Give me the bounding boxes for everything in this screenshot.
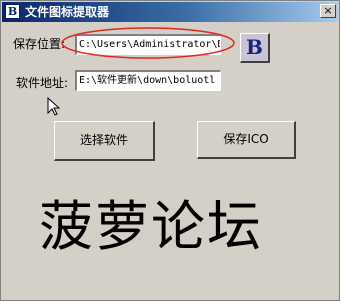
window-title: 文件图标提取器 — [25, 5, 110, 19]
bold-b-button[interactable]: B — [240, 33, 270, 63]
close-button[interactable]: × — [320, 4, 336, 18]
main-window: B 文件图标提取器 × 保存位置: C:\Users\Administrator… — [0, 0, 340, 301]
close-icon: × — [323, 4, 333, 17]
highlight-ellipse — [61, 27, 235, 59]
select-software-button[interactable]: 选择软件 — [54, 121, 155, 161]
save-ico-button[interactable]: 保存ICO — [197, 121, 296, 159]
title-bar[interactable]: B 文件图标提取器 × — [2, 2, 338, 22]
software-address-label: 软件地址: — [16, 76, 69, 90]
banner-text: 菠萝论坛 — [39, 195, 263, 258]
app-icon: B — [5, 4, 20, 19]
software-address-input[interactable]: E:\软件更新\down\boluotl — [75, 70, 221, 91]
mouse-cursor-icon — [47, 97, 61, 116]
save-location-label: 保存位置: — [13, 37, 66, 51]
